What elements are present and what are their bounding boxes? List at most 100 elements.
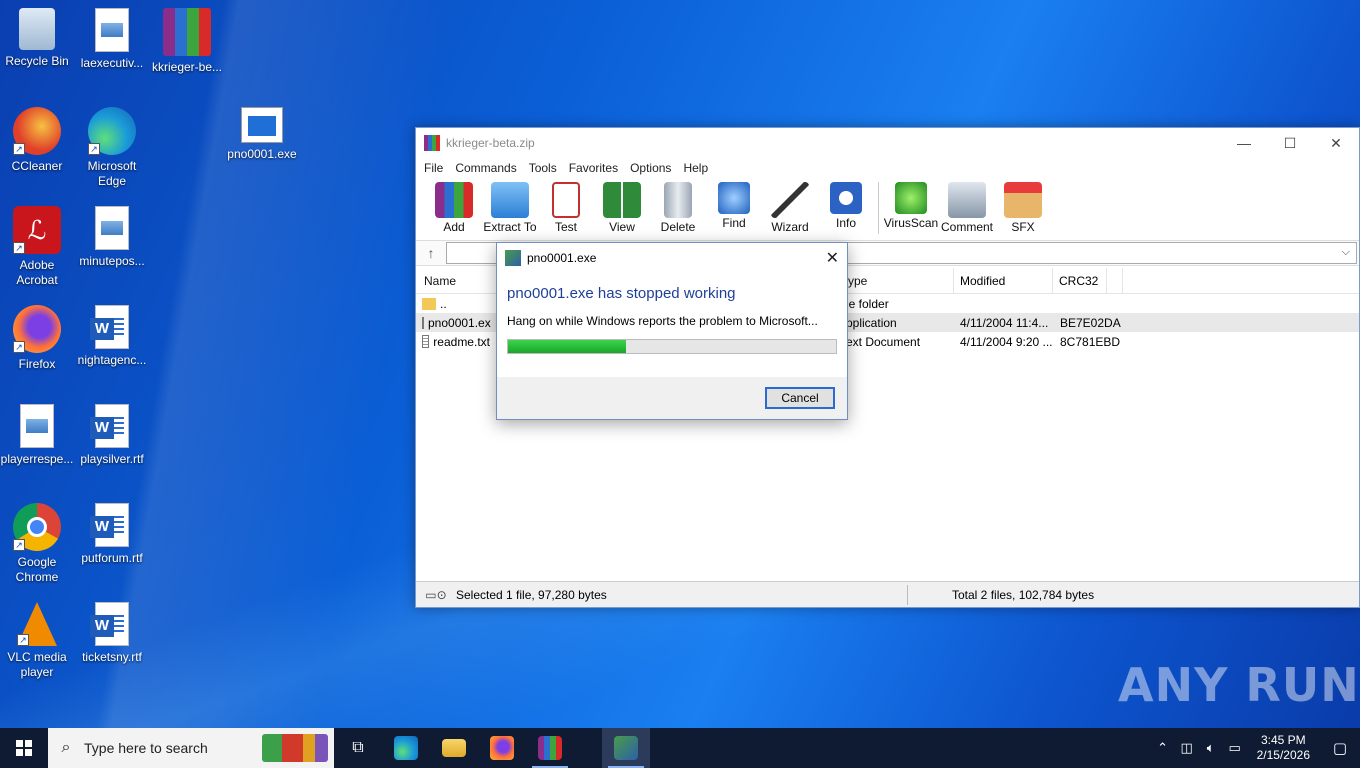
search-highlight-gifts-icon[interactable] [262, 734, 328, 762]
taskbar-file-explorer[interactable] [430, 728, 478, 768]
tool-label: VirusScan [883, 216, 939, 230]
edge-icon: ↗ [88, 107, 136, 155]
book-icon [603, 182, 641, 218]
column-crc32[interactable]: CRC32 [1053, 268, 1123, 294]
virusscan-button[interactable]: VirusScan [883, 182, 939, 230]
extract-to-button[interactable]: Extract To [482, 182, 538, 234]
tool-label: Add [443, 220, 465, 234]
find-button[interactable]: Find [706, 182, 762, 230]
chrome-icon: ↗ [13, 503, 61, 551]
wizard-button[interactable]: Wizard [762, 182, 818, 234]
shortcut-arrow-icon: ↗ [13, 539, 25, 551]
file-modified: 4/11/2004 11:4... [960, 315, 1049, 330]
taskbar-firefox[interactable] [478, 728, 526, 768]
dialog-footer: Cancel [497, 377, 847, 421]
file-type: pplication [846, 315, 897, 330]
system-tray: ⌃ ◫ 🔈︎ ▭ 3:45 PM 2/15/2026 ▢ [1151, 728, 1360, 768]
error-reporting-icon [614, 736, 638, 760]
taskbar-winrar[interactable] [526, 728, 574, 768]
edge-icon [394, 736, 418, 760]
view-button[interactable]: View [594, 182, 650, 234]
minimize-button[interactable]: — [1221, 128, 1267, 158]
test-button[interactable]: Test [538, 182, 594, 234]
meet-now-icon[interactable]: ◫ [1175, 740, 1199, 756]
shortcut-arrow-icon: ↗ [13, 242, 25, 254]
tool-label: Info [835, 216, 856, 230]
cancel-button[interactable]: Cancel [765, 387, 835, 409]
desktop-icon-label: putforum.rtf [81, 551, 143, 565]
tool-label: View [609, 220, 635, 234]
desktop-icon-edge[interactable]: ↗ Microsoft Edge [75, 107, 149, 189]
desktop-icon-chrome[interactable]: ↗ Google Chrome [0, 503, 74, 585]
file-name: readme.txt [433, 334, 490, 349]
delete-button[interactable]: Delete [650, 182, 706, 234]
report-progress-bar [507, 339, 837, 354]
progress-fill [508, 340, 627, 353]
up-arrow-icon[interactable]: ↑ [416, 245, 446, 261]
menu-options[interactable]: Options [624, 161, 677, 175]
network-icon[interactable]: ▭ [1223, 740, 1247, 756]
dialog-titlebar[interactable]: pno0001.exe ✕ [497, 243, 847, 273]
column-type-label: ype [848, 274, 868, 288]
desktop-icon-ccleaner[interactable]: ↗ CCleaner [0, 107, 74, 174]
exe-file-icon [422, 316, 424, 329]
desktop-icon-acrobat[interactable]: ℒ ↗ Adobe Acrobat [0, 206, 74, 288]
acrobat-icon: ℒ ↗ [13, 206, 61, 254]
file-modified: 4/11/2004 9:20 ... [960, 334, 1053, 349]
menu-file[interactable]: File [418, 161, 449, 175]
info-button[interactable]: Info [818, 182, 874, 230]
sfx-button[interactable]: SFX [995, 182, 1051, 234]
tool-label: Find [722, 216, 746, 230]
desktop-icon-minutepos[interactable]: minutepos... [75, 206, 149, 269]
menu-tools[interactable]: Tools [523, 161, 563, 175]
desktop-icon-kkrieger-zip[interactable]: kkrieger-be... [150, 8, 224, 75]
close-icon[interactable]: ✕ [826, 248, 839, 268]
desktop-icon-recycle-bin[interactable]: Recycle Bin [0, 8, 74, 69]
maximize-button[interactable]: ☐ [1267, 128, 1313, 158]
notification-icon[interactable]: ▢ [1320, 739, 1360, 757]
search-icon: ⌕ [61, 739, 71, 756]
menu-help[interactable]: Help [677, 161, 714, 175]
menu-favorites[interactable]: Favorites [563, 161, 624, 175]
ccleaner-icon: ↗ [13, 107, 61, 155]
windows-logo-icon [16, 740, 32, 756]
desktop-icon-vlc[interactable]: ↗ VLC media player [0, 602, 74, 680]
desktop-icon-playsilver[interactable]: W playsilver.rtf [75, 404, 149, 467]
clock[interactable]: 3:45 PM 2/15/2026 [1247, 733, 1320, 763]
firefox-icon [490, 736, 514, 760]
image-file-icon [95, 8, 129, 52]
status-bar: ▭⊙ Selected 1 file, 97,280 bytes Total 2… [416, 581, 1359, 607]
file-type: le folder [846, 296, 889, 311]
comment-button[interactable]: Comment [939, 182, 995, 234]
search-box[interactable]: ⌕ Type here to search [48, 728, 334, 768]
taskbar-edge[interactable] [382, 728, 430, 768]
drive-icon[interactable]: ▭⊙ [416, 588, 456, 602]
desktop-icon-nightagenc[interactable]: W nightagenc... [75, 305, 149, 368]
desktop-icon-pno0001[interactable]: pno0001.exe [225, 107, 299, 162]
desktop-icon-ticketsny[interactable]: W ticketsny.rtf [75, 602, 149, 665]
folder-icon [442, 739, 466, 757]
chevron-down-icon[interactable]: ⌵ [1342, 246, 1350, 259]
taskbar-error-reporting[interactable] [602, 728, 650, 768]
desktop-icon-label: ticketsny.rtf [82, 650, 142, 664]
start-button[interactable] [0, 728, 48, 768]
add-archive-icon [435, 182, 473, 218]
winrar-icon [538, 736, 562, 760]
desktop-icon-playerrespe[interactable]: playerrespe... [0, 404, 74, 467]
volume-icon[interactable]: 🔈︎ [1199, 740, 1223, 756]
column-modified[interactable]: Modified [953, 268, 1053, 294]
close-button[interactable]: ✕ [1313, 128, 1359, 158]
menu-commands[interactable]: Commands [449, 161, 522, 175]
task-view-button[interactable]: ⧉ [334, 728, 382, 768]
shortcut-arrow-icon: ↗ [88, 143, 100, 155]
winrar-titlebar[interactable]: kkrieger-beta.zip — ☐ ✕ [416, 128, 1359, 158]
desktop-icon-laexecutiv[interactable]: laexecutiv... [75, 8, 149, 71]
folder-icon [491, 182, 529, 218]
desktop-icon-firefox[interactable]: ↗ Firefox [0, 305, 74, 372]
chevron-up-icon[interactable]: ⌃ [1151, 740, 1175, 756]
file-crc: 8C781EBD [1060, 334, 1121, 349]
clock-date: 2/15/2026 [1256, 748, 1310, 762]
desktop-icon-putforum[interactable]: W putforum.rtf [75, 503, 149, 566]
add-button[interactable]: Add [426, 182, 482, 234]
shortcut-arrow-icon: ↗ [13, 143, 25, 155]
